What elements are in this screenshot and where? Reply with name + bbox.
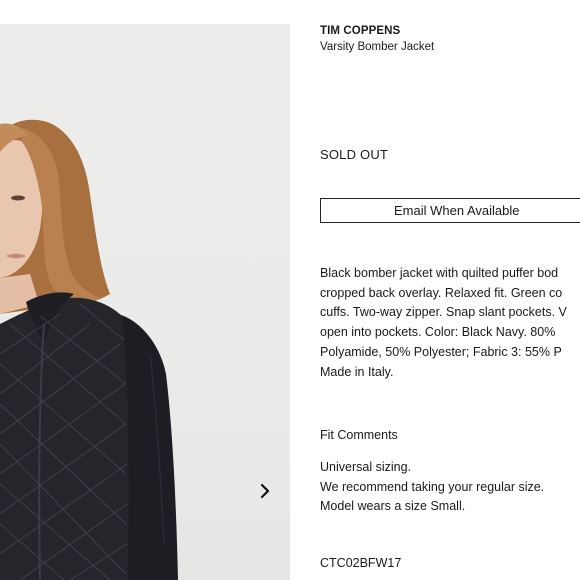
fit-comment-line: We recommend taking your regular size. bbox=[320, 479, 545, 494]
fit-comments-body: Universal sizing. We recommend taking yo… bbox=[320, 458, 544, 517]
fit-comment-line: Universal sizing. bbox=[320, 460, 412, 474]
stock-status: SOLD OUT bbox=[320, 147, 389, 162]
description-line: Made in Italy. bbox=[320, 364, 394, 379]
product-info: TIM COPPENS Varsity Bomber Jacket SOLD O… bbox=[320, 0, 580, 580]
fit-comments-title: Fit Comments bbox=[320, 428, 398, 442]
fit-comment-line: Model wears a size Small. bbox=[320, 499, 466, 513]
product-description: Black bomber jacket with quilted puffer … bbox=[320, 264, 580, 382]
description-line: Polyamide, 50% Polyester; Fabric 3: 55% … bbox=[320, 344, 562, 359]
description-line: cropped back overlay. Relaxed fit. Green… bbox=[320, 285, 563, 300]
description-line: Black bomber jacket with quilted puffer … bbox=[320, 266, 559, 280]
next-image-button[interactable] bbox=[255, 479, 275, 503]
brand-name[interactable]: TIM COPPENS bbox=[320, 25, 400, 37]
chevron-right-icon bbox=[260, 484, 270, 498]
description-line: cuffs. Two-way zipper. Snap slant pocket… bbox=[320, 305, 567, 320]
product-photo bbox=[0, 119, 178, 580]
product-image-gallery bbox=[0, 24, 290, 580]
description-line: open into pockets. Color: Black Navy. 80… bbox=[320, 325, 556, 340]
product-sku: CTC02BFW17 bbox=[320, 556, 402, 570]
product-name: Varsity Bomber Jacket bbox=[320, 41, 435, 53]
email-when-available-button[interactable]: Email When Available bbox=[320, 198, 580, 223]
